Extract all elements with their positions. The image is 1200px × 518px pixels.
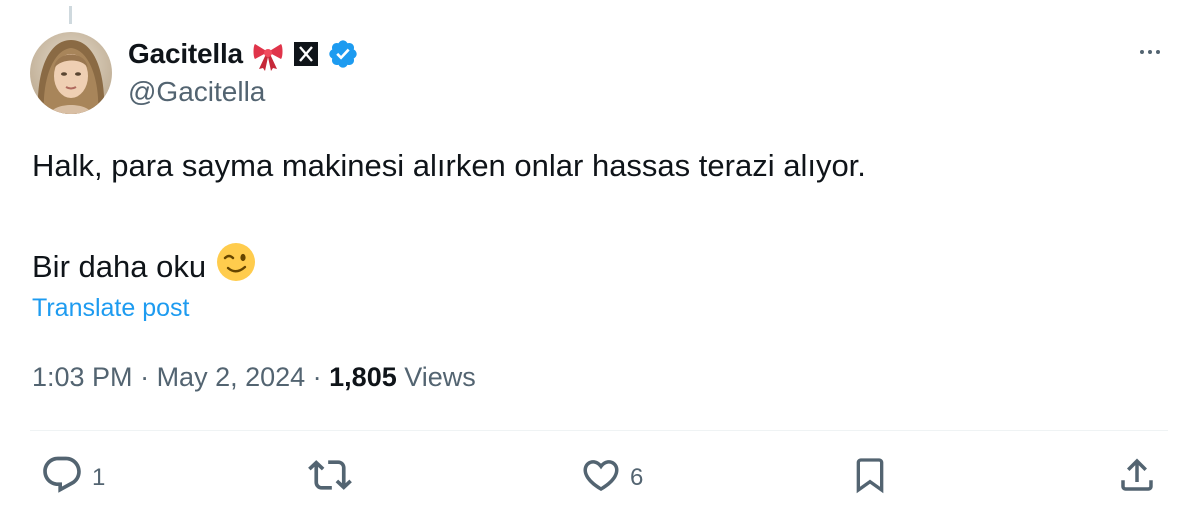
reply-button[interactable]: 1 <box>40 456 105 500</box>
share-icon <box>1116 454 1158 503</box>
share-button[interactable] <box>1116 456 1158 500</box>
post-text-line-2-text: Bir daha oku <box>32 249 207 284</box>
bookmark-button[interactable] <box>850 456 890 500</box>
divider <box>30 430 1168 431</box>
thread-connector-line <box>69 6 72 24</box>
reply-count: 1 <box>92 464 106 491</box>
post-metadata: 1:03 PM · May 2, 2024 · 1,805 Views <box>32 362 476 393</box>
post-time[interactable]: 1:03 PM <box>32 362 133 393</box>
post-date[interactable]: May 2, 2024 <box>157 362 306 393</box>
ribbon-emoji-icon <box>251 37 285 71</box>
bookmark-icon <box>850 453 890 504</box>
like-count: 6 <box>630 464 644 491</box>
author-name-row: Gacitella <box>128 34 359 74</box>
like-button[interactable]: 6 <box>580 456 643 500</box>
avatar[interactable] <box>30 32 112 114</box>
post-text-line-2: Bir daha oku <box>32 242 256 292</box>
verified-badge-icon[interactable] <box>327 38 359 70</box>
meta-separator: · <box>305 362 330 392</box>
display-name[interactable]: Gacitella <box>128 38 243 70</box>
author-handle[interactable]: @Gacitella <box>128 76 265 108</box>
meta-separator: · <box>132 362 157 392</box>
post-text-line-1: Halk, para sayma makinesi alırken onlar … <box>32 148 866 183</box>
repost-icon <box>308 453 352 504</box>
views-count: 1,805 <box>329 362 397 392</box>
repost-button[interactable] <box>308 456 360 500</box>
views-label: Views <box>396 362 476 392</box>
translate-post-link[interactable]: Translate post <box>32 294 189 323</box>
x-affiliate-icon[interactable] <box>293 41 319 67</box>
more-options-icon[interactable] <box>1132 38 1168 66</box>
winking-face-emoji-icon <box>216 242 256 292</box>
reply-icon <box>40 453 84 504</box>
heart-icon <box>580 454 622 503</box>
